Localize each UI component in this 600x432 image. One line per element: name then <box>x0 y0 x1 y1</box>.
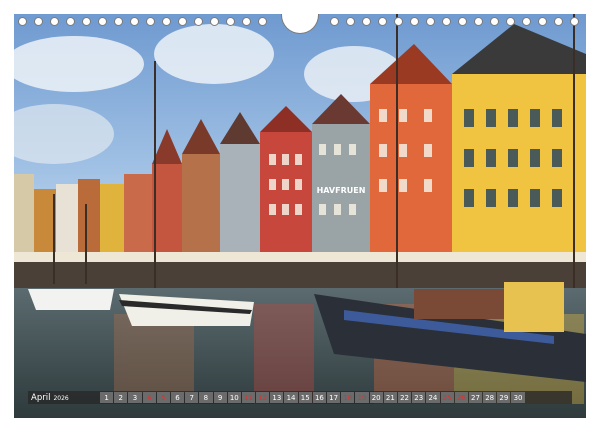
binding-hole <box>570 17 579 26</box>
calendar-day: 21 <box>383 392 397 403</box>
binding-hole <box>410 17 419 26</box>
binding-hole <box>210 17 219 26</box>
calendar-day: 29 <box>497 392 511 403</box>
calendar-page: HAVFRUEN April 2026 1 2 3 4 5 6 7 8 9 10… <box>0 0 600 432</box>
binding-hole <box>474 17 483 26</box>
calendar-day: 3 <box>128 392 142 403</box>
binding-hole <box>82 17 91 26</box>
binding-hole <box>506 17 515 26</box>
calendar-day: 2 <box>114 392 128 403</box>
calendar-day: 8 <box>199 392 213 403</box>
calendar-day: 7 <box>185 392 199 403</box>
binding-hole <box>194 17 203 26</box>
binding-hole <box>130 17 139 26</box>
calendar-day: 27 <box>468 392 483 403</box>
binding-hole <box>490 17 499 26</box>
binding-hole <box>242 17 251 26</box>
calendar-day: 25 <box>440 392 454 403</box>
calendar-day: 1 <box>100 392 114 403</box>
calendar-day: 6 <box>170 392 185 403</box>
binding-hole <box>18 17 27 26</box>
calendar-day: 16 <box>312 392 326 403</box>
binding-hole <box>66 17 75 26</box>
calendar-day: 28 <box>483 392 497 403</box>
calendar-day: 13 <box>270 392 284 403</box>
binding-hole <box>522 17 531 26</box>
binding-hole <box>458 17 467 26</box>
binding-hole <box>330 17 339 26</box>
calendar-day: 24 <box>426 392 440 403</box>
calendar-day: 30 <box>511 392 525 403</box>
calendar-day: 9 <box>213 392 227 403</box>
month-label: April 2026 <box>28 393 100 403</box>
binding-hole <box>362 17 371 26</box>
binding-hole <box>146 17 155 26</box>
binding-hole <box>258 17 267 26</box>
calendar-day: 18 <box>341 392 355 403</box>
binding-hole <box>178 17 187 26</box>
binding-hole <box>554 17 563 26</box>
nyhavn-harbor-photo: HAVFRUEN <box>14 14 586 418</box>
calendar-day: 23 <box>412 392 426 403</box>
binding-hole <box>378 17 387 26</box>
havfruen-sign: HAVFRUEN <box>317 186 366 195</box>
calendar-day: 14 <box>284 392 298 403</box>
calendar-day: 15 <box>298 392 312 403</box>
binding-hole <box>538 17 547 26</box>
calendar-day: 12 <box>256 392 270 403</box>
binding-hole <box>346 17 355 26</box>
year-label: 2026 <box>53 394 69 402</box>
binding-hole <box>162 17 171 26</box>
binding-hole <box>98 17 107 26</box>
month-name: April <box>31 392 51 403</box>
binding-hole <box>114 17 123 26</box>
binding-hole <box>226 17 235 26</box>
binding-hole <box>442 17 451 26</box>
calendar-day: 26 <box>454 392 468 403</box>
binding-hole <box>426 17 435 26</box>
binding-hole <box>394 17 403 26</box>
calendar-day: 19 <box>355 392 369 403</box>
binding-hole <box>50 17 59 26</box>
binding-hole <box>34 17 43 26</box>
calendar-day: 20 <box>369 392 383 403</box>
day-boxes: 1 2 3 4 5 6 7 8 9 10 11 12 13 14 15 16 17 18 19 20 21 22 23 24 2… <box>100 392 572 403</box>
calendar-day: 5 <box>156 392 170 403</box>
calendar-day: 11 <box>241 392 256 403</box>
calendar-day: 4 <box>142 392 156 403</box>
calendar-day: 17 <box>327 392 341 403</box>
calendar-day: 22 <box>397 392 412 403</box>
calendar-strip: April 2026 1 2 3 4 5 6 7 8 9 10 11 12 13 14 15 16 17 18 19 2… <box>28 391 572 404</box>
calendar-day: 10 <box>227 392 241 403</box>
